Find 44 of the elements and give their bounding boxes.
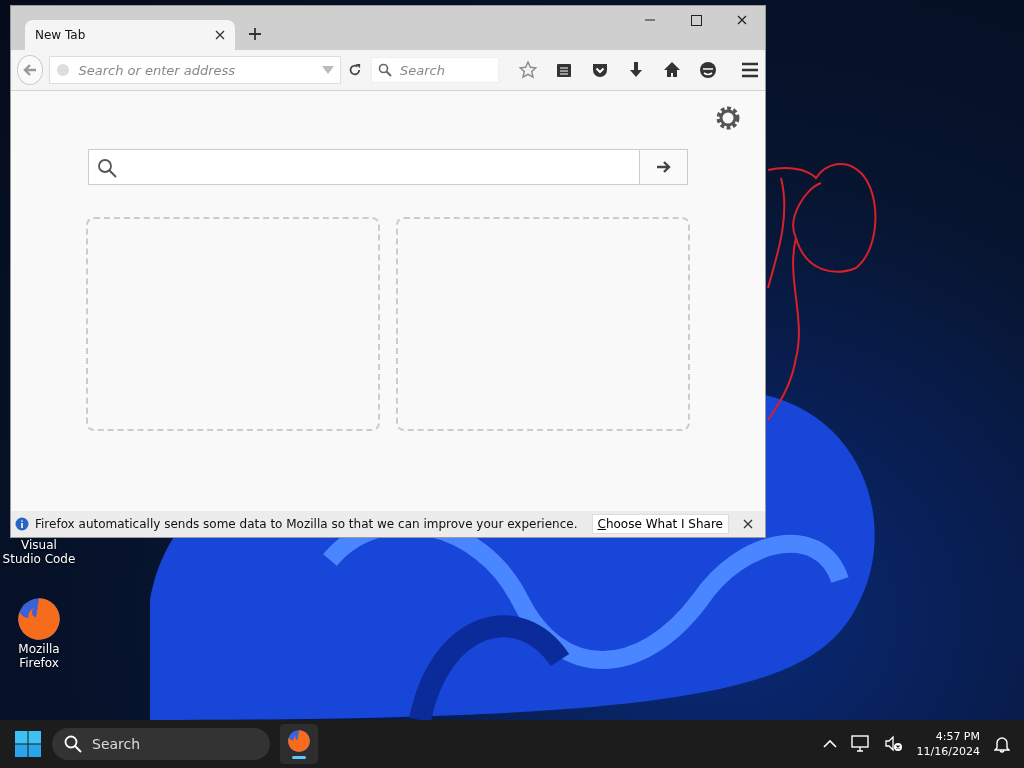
muted-speaker-icon[interactable] [884, 735, 903, 753]
bell-icon[interactable] [994, 735, 1010, 753]
taskbar-search-field[interactable]: Search [52, 728, 270, 760]
home-icon[interactable] [663, 61, 681, 79]
plus-icon[interactable] [247, 26, 263, 42]
download-icon[interactable] [627, 61, 645, 79]
star-icon[interactable] [519, 61, 537, 79]
back-arrow-icon[interactable] [22, 62, 39, 78]
close-icon[interactable] [737, 15, 747, 25]
maximize-icon[interactable] [690, 14, 702, 26]
back-button[interactable] [17, 55, 44, 85]
firefox-icon [16, 596, 62, 642]
close-tab-icon[interactable] [215, 30, 225, 40]
arrow-right-icon[interactable] [655, 160, 672, 174]
search-icon [64, 735, 82, 753]
monitor-icon[interactable] [850, 735, 871, 753]
windows-logo-icon[interactable] [14, 730, 42, 758]
taskbar-search-input[interactable]: Search [90, 735, 244, 753]
desktop-icon-label[interactable]: Visual Studio Code [2, 538, 76, 566]
info-icon [15, 517, 29, 531]
choose-what-i-share-button[interactable]: Choose What I Share [591, 514, 729, 534]
firefox-icon [287, 729, 311, 753]
close-icon[interactable] [743, 519, 753, 529]
pocket-icon[interactable] [591, 61, 609, 79]
globe-icon [56, 63, 71, 77]
search-bar[interactable]: Search [371, 57, 499, 83]
taskbar-app-button[interactable] [280, 724, 318, 764]
chevron-up-icon[interactable] [822, 739, 837, 749]
browser-tab[interactable]: New Tab [25, 20, 235, 50]
address-bar[interactable]: Search or enter address [49, 56, 342, 84]
desktop-icon-label[interactable]: Mozilla Firefox [2, 642, 76, 670]
search-icon [378, 63, 392, 77]
notification-message: Firefox automatically sends some data to Mozilla so that we can improve your experience. [35, 517, 579, 531]
menu-icon[interactable] [741, 61, 759, 79]
address-input[interactable]: Search or enter address [76, 61, 317, 79]
search-field[interactable] [88, 149, 688, 185]
search-input[interactable]: Search [398, 61, 498, 79]
smiley-icon[interactable] [699, 61, 717, 79]
clock-time[interactable]: 4:57 PM [935, 729, 980, 744]
go-button[interactable] [639, 150, 687, 184]
clock-date[interactable]: 11/16/2024 [916, 744, 980, 759]
settings-icon[interactable] [715, 105, 741, 131]
clipboard-icon[interactable] [555, 61, 573, 79]
search-icon [97, 158, 117, 178]
